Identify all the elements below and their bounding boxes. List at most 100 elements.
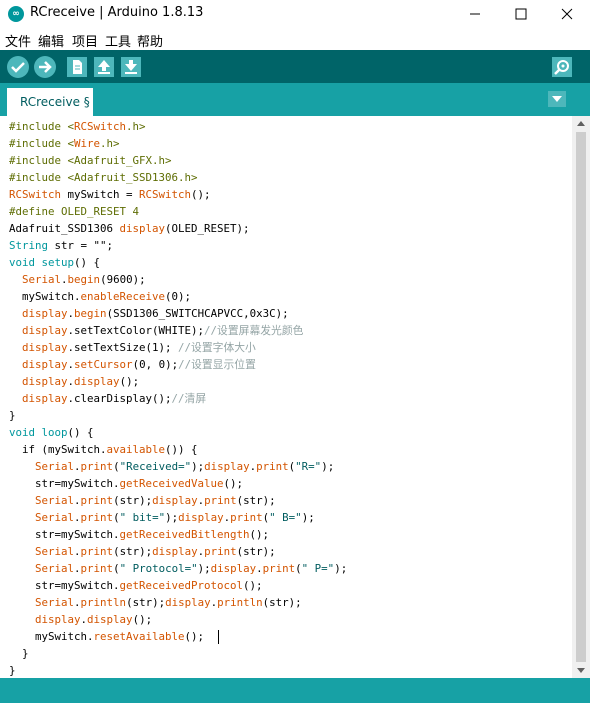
menu-edit[interactable]: 编辑 (38, 31, 64, 50)
scroll-down-icon[interactable] (572, 662, 590, 678)
code-line[interactable]: Serial.print("Received=");display.print(… (9, 458, 334, 475)
code-token: display (204, 460, 250, 473)
code-token: //设置显示位置 (178, 358, 256, 371)
code-token: display (152, 545, 198, 558)
code-editor[interactable]: #include <RCSwitch.h> #include <Wire.h> #i… (0, 116, 572, 678)
code-token: print (204, 545, 237, 558)
code-token: str = ""; (48, 239, 114, 252)
code-token: display (22, 358, 68, 371)
open-button[interactable] (92, 55, 116, 79)
code-token: .h> (100, 137, 120, 150)
code-token: getReceivedValue (119, 477, 224, 490)
code-line[interactable]: Serial.print(str);display.print(str); (9, 492, 276, 509)
code-token: (str); (236, 545, 276, 558)
code-token: (OLED_RESET); (165, 222, 250, 235)
maximize-button[interactable] (498, 0, 544, 28)
code-line[interactable]: RCSwitch mySwitch = RCSwitch(); (9, 186, 211, 203)
code-line[interactable]: mySwitch.enableReceive(0); (9, 288, 191, 305)
text-caret (218, 630, 219, 644)
new-sketch-button[interactable] (65, 55, 89, 79)
code-line[interactable]: display.setTextColor(WHITE);//设置屏幕发光颜色 (9, 322, 303, 339)
code-token: () { (74, 256, 101, 269)
verify-button[interactable] (6, 55, 30, 79)
code-line[interactable]: if (mySwitch.available()) { (9, 441, 198, 458)
code-line[interactable]: #define OLED_RESET 4 (9, 203, 139, 220)
code-line[interactable]: #include <Adafruit_GFX.h> (9, 152, 172, 169)
code-line[interactable]: Serial.print(" bit=");display.print(" B=… (9, 509, 315, 526)
code-token: #include <Adafruit_SSD1306.h> (9, 171, 198, 184)
code-token: (0, 0); (132, 358, 179, 371)
vertical-scrollbar[interactable] (572, 116, 590, 678)
code-line[interactable]: Adafruit_SSD1306 display(OLED_RESET); (9, 220, 250, 237)
code-token: Serial (22, 273, 62, 286)
title-bar: ∞ RCreceive | Arduino 1.8.13 (0, 0, 590, 28)
code-line[interactable]: } (9, 407, 16, 424)
code-line[interactable]: display.display(); (9, 611, 152, 628)
code-token: str=mySwitch. (9, 579, 120, 592)
menu-help[interactable]: 帮助 (137, 31, 163, 50)
code-token: display (152, 494, 198, 507)
code-line[interactable]: String str = ""; (9, 237, 113, 254)
code-token: display (87, 613, 133, 626)
code-token: ); (334, 562, 348, 575)
code-token: ); (321, 460, 335, 473)
code-line[interactable]: str=mySwitch.getReceivedBitlength(); (9, 526, 269, 543)
code-token: display (74, 375, 120, 388)
code-token: str=mySwitch. (9, 477, 120, 490)
upload-button[interactable] (33, 55, 57, 79)
code-token: void (9, 256, 36, 269)
code-token: " P=" (301, 562, 335, 575)
tab-rcreceive[interactable]: RCreceive § (7, 88, 93, 116)
menu-file[interactable]: 文件 (5, 31, 31, 50)
code-token: enableReceive (80, 290, 166, 303)
code-line[interactable]: #include <RCSwitch.h> (9, 118, 146, 135)
code-line[interactable]: mySwitch.resetAvailable(); (9, 628, 204, 645)
code-line[interactable]: display.setCursor(0, 0);//设置显示位置 (9, 356, 256, 373)
menu-tools[interactable]: 工具 (105, 31, 131, 50)
code-line[interactable]: display.clearDisplay();//清屏 (9, 390, 206, 407)
code-token: ); (197, 562, 211, 575)
code-line[interactable]: Serial.println(str);display.println(str)… (9, 594, 302, 611)
code-line[interactable]: #include <Adafruit_SSD1306.h> (9, 169, 198, 186)
code-token: (str); (236, 494, 276, 507)
code-line[interactable]: void loop() { (9, 424, 94, 441)
code-token: (); (184, 630, 205, 643)
code-line[interactable]: } (9, 645, 29, 662)
code-token: available (106, 443, 166, 456)
tab-menu-button[interactable] (548, 91, 566, 107)
code-line[interactable]: str=mySwitch.getReceivedProtocol(); (9, 577, 263, 594)
code-token: println (80, 596, 127, 609)
code-line[interactable]: void setup() { (9, 254, 100, 271)
code-line[interactable]: display.setTextSize(1); //设置字体大小 (9, 339, 256, 356)
code-token: .setTextColor(WHITE); (67, 324, 205, 337)
scroll-up-icon[interactable] (572, 116, 590, 132)
code-token: print (80, 545, 114, 558)
code-token: println (217, 596, 263, 609)
save-button[interactable] (119, 55, 143, 79)
code-line[interactable]: } (9, 662, 16, 678)
code-token: print (262, 562, 296, 575)
close-button[interactable] (544, 0, 590, 28)
code-token: display (165, 596, 211, 609)
code-token: (); (249, 528, 270, 541)
minimize-button[interactable] (452, 0, 498, 28)
code-line[interactable]: display.display(); (9, 373, 139, 390)
code-token: (); (119, 375, 140, 388)
code-line[interactable]: display.begin(SSD1306_SWITCHCAPVCC,0x3C)… (9, 305, 289, 322)
code-line[interactable]: str=mySwitch.getReceivedValue(); (9, 475, 243, 492)
code-token: (9600); (100, 273, 146, 286)
code-token: } (9, 664, 16, 677)
code-line[interactable]: #include <Wire.h> (9, 135, 120, 152)
code-line[interactable]: Serial.print(" Protocol=");display.print… (9, 560, 347, 577)
serial-monitor-icon[interactable] (550, 55, 574, 79)
code-line[interactable]: Serial.print(str);display.print(str); (9, 543, 276, 560)
code-token: Wire (74, 137, 101, 150)
scrollbar-thumb[interactable] (576, 132, 586, 662)
code-token: void (9, 426, 36, 439)
code-line[interactable]: Serial.begin(9600); (9, 271, 146, 288)
menu-sketch[interactable]: 项目 (72, 31, 98, 50)
code-token: display (22, 392, 68, 405)
